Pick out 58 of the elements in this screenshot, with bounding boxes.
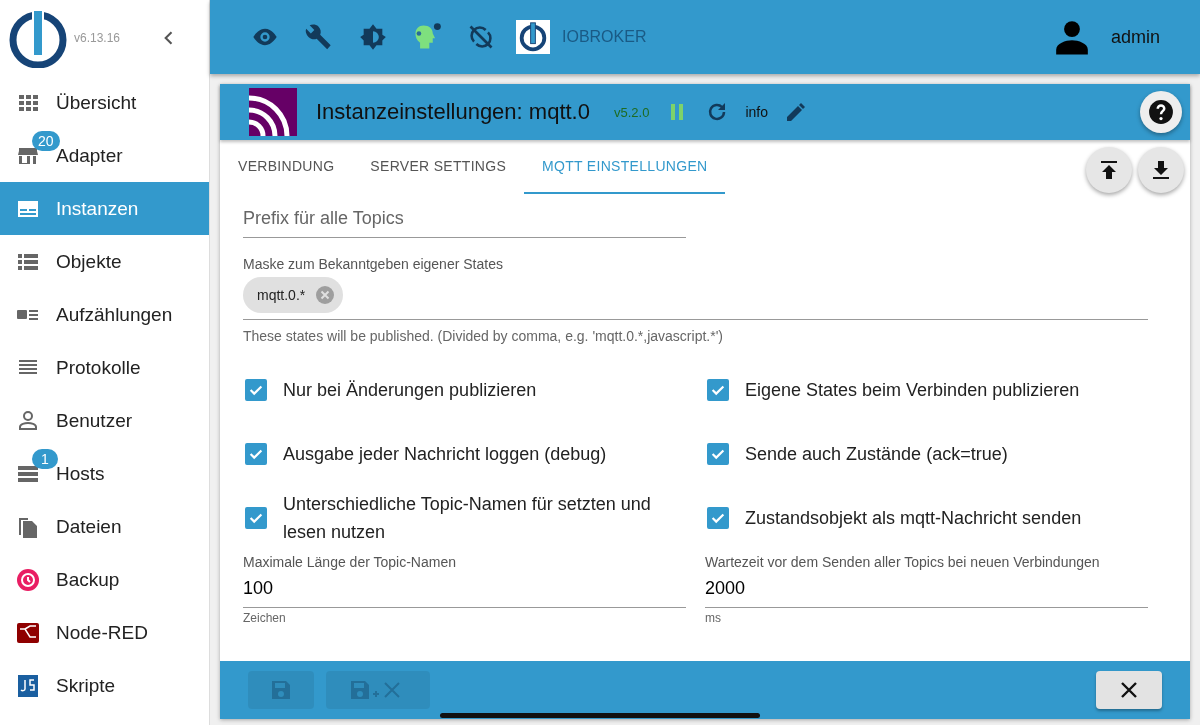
chip[interactable]: mqtt.0.* xyxy=(243,277,344,313)
field-label: Wartezeit vor dem Senden aller Topics bei neuen Verbindungen xyxy=(705,554,1101,570)
sidebar-item[interactable]: Backup xyxy=(0,553,209,606)
wifi-icon xyxy=(249,88,297,136)
checkbox[interactable] xyxy=(707,379,729,401)
checkbox-label[interactable]: Nur bei Änderungen publizieren xyxy=(283,376,537,404)
checkbox[interactable] xyxy=(707,507,729,529)
field-label: Maske zum Bekanntgeben eigener States xyxy=(243,256,504,272)
user-name[interactable]: admin xyxy=(1110,26,1160,48)
field-label: Maximale Länge der Topic-Namen xyxy=(243,554,457,570)
checkbox-label[interactable]: Ausgabe jeder Nachricht loggen (debug) xyxy=(283,440,607,468)
mask-field[interactable]: mqtt.0.* xyxy=(243,272,1148,320)
flow-icon xyxy=(16,620,40,645)
helper-text: These states will be published. (Divided by comma, e.g. 'mqtt.0.*,javascript.*') xyxy=(243,328,724,344)
upload-button[interactable] xyxy=(1086,147,1132,193)
sidebar-item[interactable]: Protokolle xyxy=(0,341,209,394)
sidebar-item[interactable]: Objekte xyxy=(0,235,209,288)
helper-text: ms xyxy=(705,611,722,625)
sidebar-item[interactable]: 20 Adapter xyxy=(0,129,209,182)
logo-icon xyxy=(516,20,550,54)
help-button[interactable] xyxy=(1140,91,1182,133)
count-badge: 20 xyxy=(32,130,60,151)
sidebar-item[interactable]: Dateien xyxy=(0,500,209,553)
download-button[interactable] xyxy=(1138,147,1184,193)
checkbox-label[interactable]: Sende auch Zustände (ack=true) xyxy=(745,440,1008,468)
tab[interactable]: VERBINDUNG xyxy=(220,140,353,194)
sidebar-item[interactable]: Übersicht xyxy=(0,76,209,129)
sidebar-item[interactable]: Benutzer xyxy=(0,394,209,447)
brand-name: IOBROKER xyxy=(562,28,647,46)
sidebar-item[interactable]: 1 Hosts xyxy=(0,447,209,500)
version-label: v5.2.0 xyxy=(613,104,650,120)
info-link[interactable]: info xyxy=(745,104,768,120)
sidebar-item[interactable]: Skripte xyxy=(0,659,209,712)
save-icon xyxy=(269,678,293,702)
checkbox[interactable] xyxy=(707,443,729,465)
help-icon xyxy=(1148,99,1174,125)
close-button[interactable] xyxy=(1096,671,1162,709)
instance-title: Instanzeinstellungen: mqtt.0 xyxy=(316,99,590,125)
tab[interactable]: SERVER SETTINGS xyxy=(352,140,525,194)
user-icon xyxy=(16,408,40,433)
clock-icon xyxy=(16,567,40,592)
brightness-icon[interactable] xyxy=(358,23,388,51)
checkbox[interactable] xyxy=(245,379,267,401)
sidebar-item[interactable]: Node-RED xyxy=(0,606,209,659)
checkbox-label[interactable]: Unterschiedliche Topic-Namen für setzten und lesen nutzen xyxy=(283,490,683,546)
script-icon xyxy=(16,673,40,698)
sidebar-item[interactable]: Aufzählungen xyxy=(0,288,209,341)
prefix-field[interactable]: Prefix für alle Topics xyxy=(243,200,686,238)
version-label: v6.13.16 xyxy=(74,31,121,45)
logo-icon xyxy=(8,8,68,68)
helper-text: Zeichen xyxy=(243,611,287,625)
checkbox-label[interactable]: Zustandsobjekt als mqtt-Nachricht senden xyxy=(745,504,1082,532)
count-badge: 1 xyxy=(32,448,58,469)
head-icon[interactable] xyxy=(412,23,442,51)
remove-icon[interactable] xyxy=(315,285,336,305)
checkbox-label[interactable]: Eigene States beim Verbinden publizieren xyxy=(745,376,1080,404)
checkbox[interactable] xyxy=(245,443,267,465)
checkbox[interactable] xyxy=(245,507,267,529)
